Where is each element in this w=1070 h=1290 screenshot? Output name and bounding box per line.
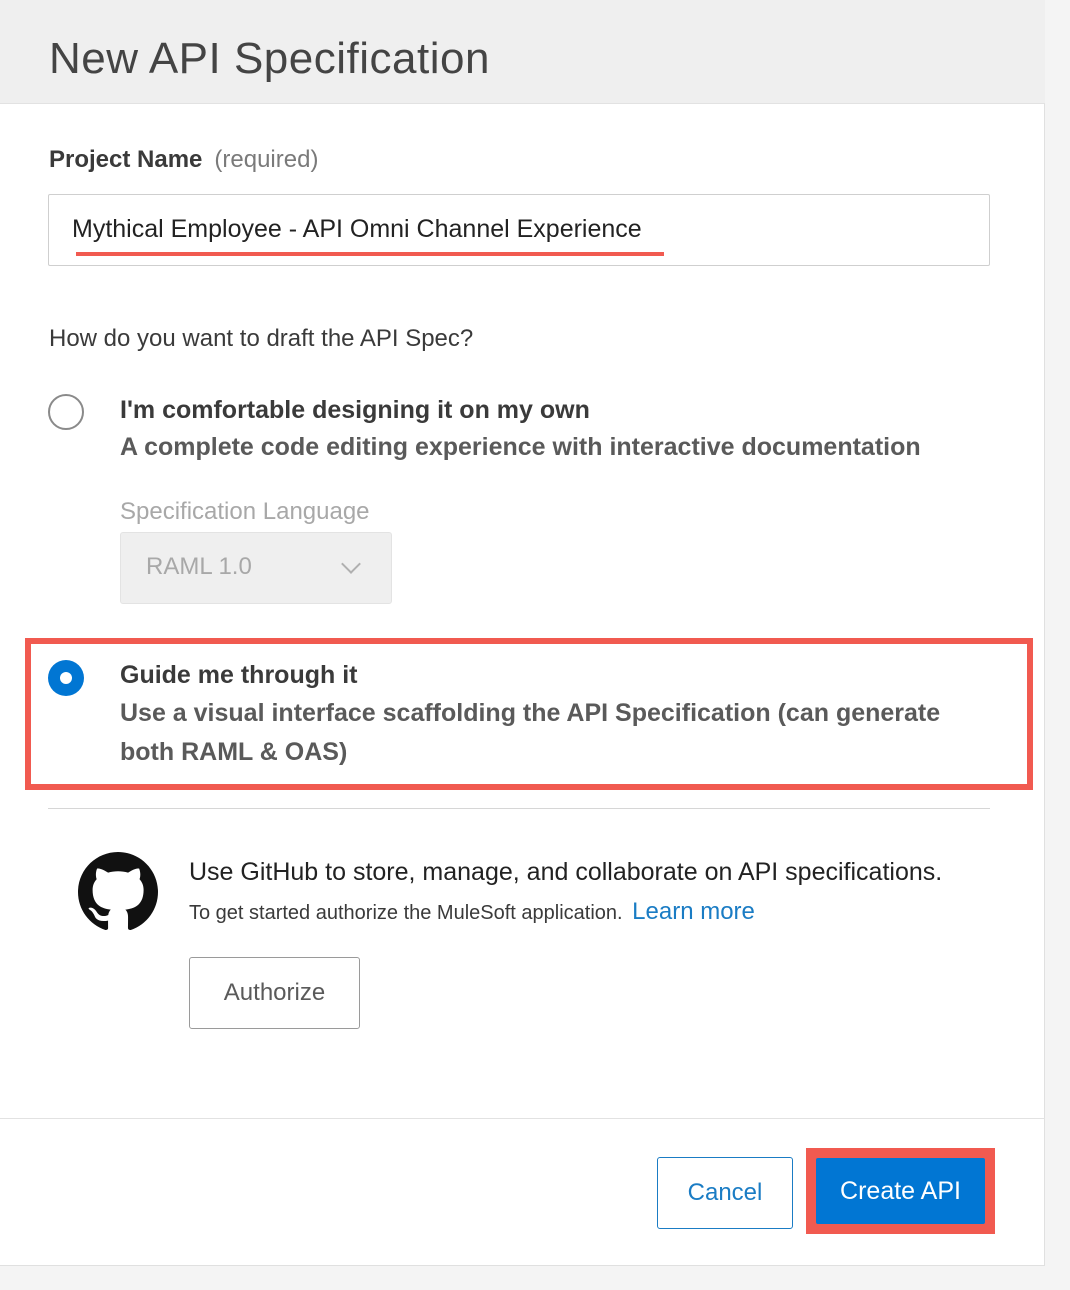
- spec-language-select: RAML 1.0: [120, 532, 392, 604]
- spec-language-label: Specification Language: [120, 498, 370, 525]
- create-api-button[interactable]: Create API: [816, 1158, 985, 1224]
- annotation-underline: [76, 252, 664, 256]
- new-api-spec-dialog: New API Specification Project Name (requi…: [0, 0, 1045, 1266]
- annotation-highlight-create: Create API: [806, 1148, 995, 1234]
- spec-language-value: RAML 1.0: [146, 553, 252, 580]
- github-subtitle: To get started authorize the MuleSoft ap…: [189, 898, 755, 926]
- option-guide-me-description: Use a visual interface scaffolding the A…: [120, 699, 941, 766]
- cancel-button[interactable]: Cancel: [657, 1157, 793, 1229]
- project-name-input[interactable]: Mythical Employee - API Omni Channel Exp…: [48, 194, 990, 266]
- github-title: Use GitHub to store, manage, and collabo…: [189, 858, 943, 886]
- option-guide-me-title[interactable]: Guide me through it: [120, 661, 358, 690]
- learn-more-link[interactable]: Learn more: [632, 898, 755, 925]
- radio-design-own[interactable]: [48, 394, 84, 430]
- draft-question: How do you want to draft the API Spec?: [49, 325, 474, 352]
- github-icon: [78, 852, 158, 931]
- required-hint: (required): [214, 146, 319, 173]
- radio-guide-me[interactable]: [48, 660, 84, 696]
- option-design-own-title[interactable]: I'm comfortable designing it on my own: [120, 396, 590, 425]
- dialog-header: New API Specification: [0, 0, 1045, 104]
- footer-divider: [0, 1118, 1045, 1119]
- dialog-title: New API Specification: [49, 34, 490, 83]
- project-name-label: Project Name (required): [49, 146, 318, 174]
- project-name-value: Mythical Employee - API Omni Channel Exp…: [72, 215, 642, 243]
- authorize-button[interactable]: Authorize: [189, 957, 360, 1029]
- section-divider: [48, 808, 990, 809]
- github-subtitle-text: To get started authorize the MuleSoft ap…: [189, 902, 623, 924]
- project-name-label-text: Project Name: [49, 146, 203, 173]
- chevron-down-icon: [341, 554, 361, 574]
- option-design-own-description: A complete code editing experience with …: [120, 433, 921, 461]
